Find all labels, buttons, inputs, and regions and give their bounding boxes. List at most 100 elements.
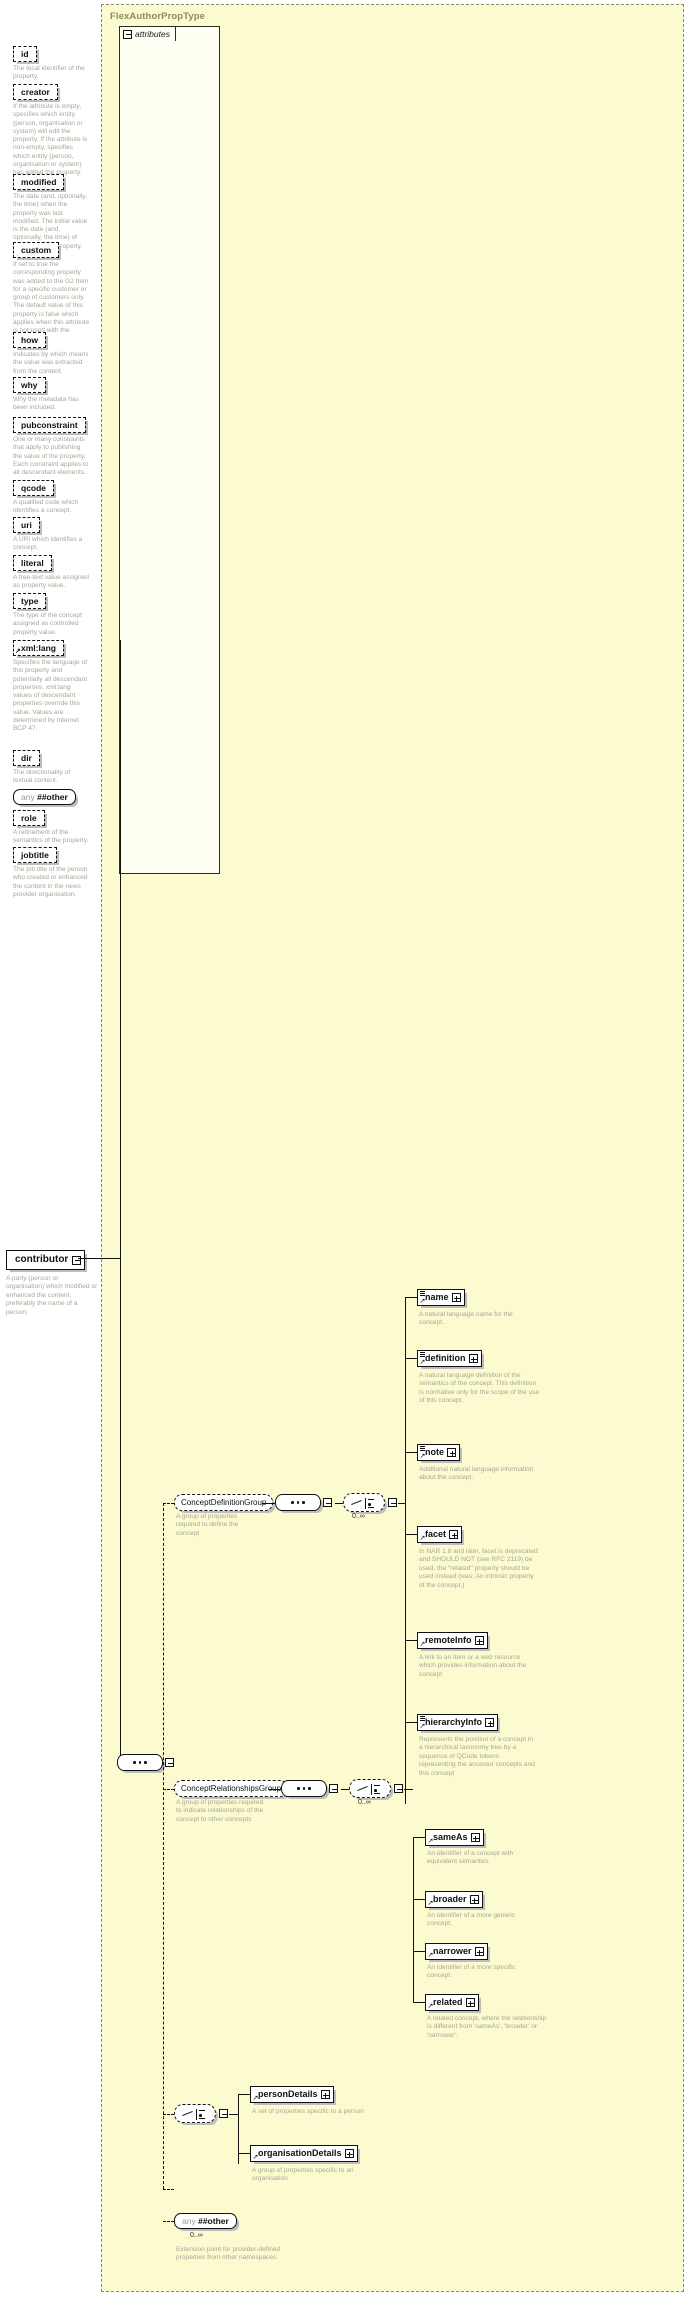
element-hierarchyinfo[interactable]: ↗ hierarchyInfo: [417, 1714, 499, 1731]
choice-icon[interactable]: [343, 1493, 385, 1512]
attribute-xml-lang[interactable]: ↗ xml:lang Specifies the language of thi…: [13, 638, 91, 734]
attribute-chip[interactable]: why: [13, 377, 46, 393]
attribute-chip[interactable]: custom: [13, 242, 60, 258]
attribute-jobtitle[interactable]: jobtitle The job title of the person who…: [13, 845, 91, 899]
attribute-dir[interactable]: dir The directionality of textual conten…: [13, 748, 91, 786]
attribute-pubconstraint[interactable]: pubconstraint One or many constraints th…: [13, 415, 91, 477]
collapse-contributor-icon[interactable]: [72, 1255, 82, 1265]
sequence-dot: [302, 1501, 305, 1504]
group-ref-description: A group of properites required to define…: [176, 1513, 239, 1537]
expand-element-icon[interactable]: [474, 1947, 484, 1956]
attribute-chip[interactable]: creator: [13, 84, 58, 100]
collapse-sequence-icon[interactable]: [323, 1498, 332, 1507]
element-label: definition: [425, 1353, 466, 1363]
element-narrower[interactable]: ↗ narrower: [425, 1943, 488, 1960]
choice-icon[interactable]: [174, 2104, 216, 2123]
expand-element-icon[interactable]: [449, 1530, 459, 1539]
expand-element-icon[interactable]: [451, 1293, 461, 1302]
sequence-dot: [297, 1787, 300, 1790]
sequence-node-relationships[interactable]: [281, 1780, 338, 1797]
sequence-node-main[interactable]: [117, 1754, 174, 1771]
attribute-literal[interactable]: literal A free-text value assigned as pr…: [13, 553, 91, 591]
element-label: remoteInfo: [425, 1635, 472, 1645]
attribute-custom[interactable]: custom If set to true the corresponding …: [13, 240, 91, 344]
attribute-chip[interactable]: qcode: [13, 480, 55, 496]
element-facet[interactable]: ↗ facet: [417, 1526, 463, 1543]
element-sameas[interactable]: ↗ sameAs: [425, 1829, 484, 1846]
sequence-icon[interactable]: [117, 1754, 163, 1771]
attribute-chip[interactable]: id: [13, 46, 37, 62]
connector-line: [413, 1899, 425, 1900]
expand-element-icon[interactable]: [470, 1833, 480, 1842]
attribute-chip[interactable]: role: [13, 810, 45, 826]
attribute-role[interactable]: role A refinement of the semantics of th…: [13, 808, 91, 846]
attribute-chip[interactable]: dir: [13, 750, 40, 766]
connector-line: [405, 1722, 417, 1723]
expand-element-icon[interactable]: [468, 1354, 478, 1363]
element-contributor[interactable]: contributor: [6, 1250, 86, 1270]
attribute-any-other[interactable]: any ##other: [13, 787, 76, 805]
branch-stub: [163, 2221, 174, 2222]
element-remoteinfo[interactable]: ↗ remoteInfo: [417, 1632, 488, 1649]
choice-dash: [368, 1498, 374, 1501]
element-name[interactable]: ↗ name: [417, 1289, 465, 1306]
choice-node-definition[interactable]: [343, 1493, 397, 1512]
any-other-chip[interactable]: any ##other: [174, 2213, 237, 2229]
expand-element-icon[interactable]: [320, 2090, 330, 2099]
collapse-choice-icon[interactable]: [394, 1784, 403, 1793]
expand-element-icon[interactable]: [474, 1636, 484, 1645]
element-organisationdetails[interactable]: ↗ organisationDetails: [250, 2145, 358, 2162]
choice-node-relationships[interactable]: [349, 1779, 403, 1798]
attribute-chip[interactable]: jobtitle: [13, 847, 57, 863]
attribute-creator[interactable]: creator If the attribute is empty, speci…: [13, 82, 91, 178]
occurrence-indicator: 0..∞: [190, 2232, 203, 2239]
expand-element-icon[interactable]: [485, 1718, 495, 1727]
attribute-id[interactable]: id The local identifier of the property.: [13, 44, 91, 82]
any-other-chip[interactable]: any ##other: [13, 789, 76, 805]
attribute-chip[interactable]: how: [13, 332, 46, 348]
collapse-choice-icon[interactable]: [219, 2109, 228, 2118]
attribute-qcode[interactable]: qcode A qualified code which identifies …: [13, 478, 91, 516]
element-description: An identifier of a more generic concept.: [427, 1912, 515, 1928]
any-other-description: Extension point for provider-defined pro…: [176, 2246, 281, 2262]
group-ref-label[interactable]: ConceptDefinitionGroup: [174, 1494, 274, 1511]
attribute-type[interactable]: type The type of the concept assigned as…: [13, 591, 91, 637]
sequence-icon[interactable]: [275, 1494, 321, 1511]
branch-spine: [163, 1503, 164, 2189]
choice-bar: [371, 1784, 373, 1795]
collapse-sequence-icon[interactable]: [329, 1784, 338, 1793]
expand-element-icon[interactable]: [469, 1895, 479, 1904]
connector-line: [413, 1951, 425, 1952]
connector-line: [405, 1640, 417, 1641]
element-persondetails[interactable]: ↗ personDetails: [250, 2086, 334, 2103]
attribute-chip[interactable]: ↗ xml:lang: [13, 640, 64, 656]
reference-arrow-icon: ↗: [419, 1640, 426, 1648]
attribute-chip[interactable]: literal: [13, 555, 52, 571]
any-other-node[interactable]: any ##other: [174, 2211, 237, 2229]
sequence-node-definition[interactable]: [275, 1494, 332, 1511]
collapse-attributes-icon[interactable]: [123, 29, 132, 39]
element-definition[interactable]: ↗ definition: [417, 1350, 482, 1367]
expand-element-icon[interactable]: [465, 1998, 475, 2007]
choice-icon[interactable]: [349, 1779, 391, 1798]
attribute-description: The directionality of textual content.: [13, 769, 71, 785]
attribute-chip[interactable]: uri: [13, 517, 40, 533]
element-related[interactable]: ↗ related: [425, 1994, 479, 2011]
attribute-chip[interactable]: modified: [13, 174, 65, 190]
element-broader[interactable]: ↗ broader: [425, 1891, 483, 1908]
attribute-chip[interactable]: type: [13, 593, 47, 609]
choice-node-details[interactable]: [174, 2104, 228, 2123]
sequence-icon[interactable]: [281, 1780, 327, 1797]
expand-element-icon[interactable]: [447, 1448, 456, 1457]
attribute-why[interactable]: why Why the metadata has been included.: [13, 375, 91, 413]
attribute-chip[interactable]: pubconstraint: [13, 417, 86, 433]
expand-element-icon[interactable]: [344, 2149, 354, 2158]
collapse-sequence-icon[interactable]: [165, 1758, 174, 1767]
collapse-choice-icon[interactable]: [388, 1498, 397, 1507]
attributes-tab[interactable]: attributes: [119, 26, 176, 41]
reference-arrow-icon: ↗: [252, 2153, 259, 2161]
element-description: A natural language definition of the sem…: [419, 1372, 540, 1405]
element-note[interactable]: ↗ note: [417, 1444, 460, 1461]
attribute-uri[interactable]: uri A URI which identifies a concept.: [13, 515, 91, 553]
attribute-how[interactable]: how Indicates by which means the value w…: [13, 330, 91, 376]
